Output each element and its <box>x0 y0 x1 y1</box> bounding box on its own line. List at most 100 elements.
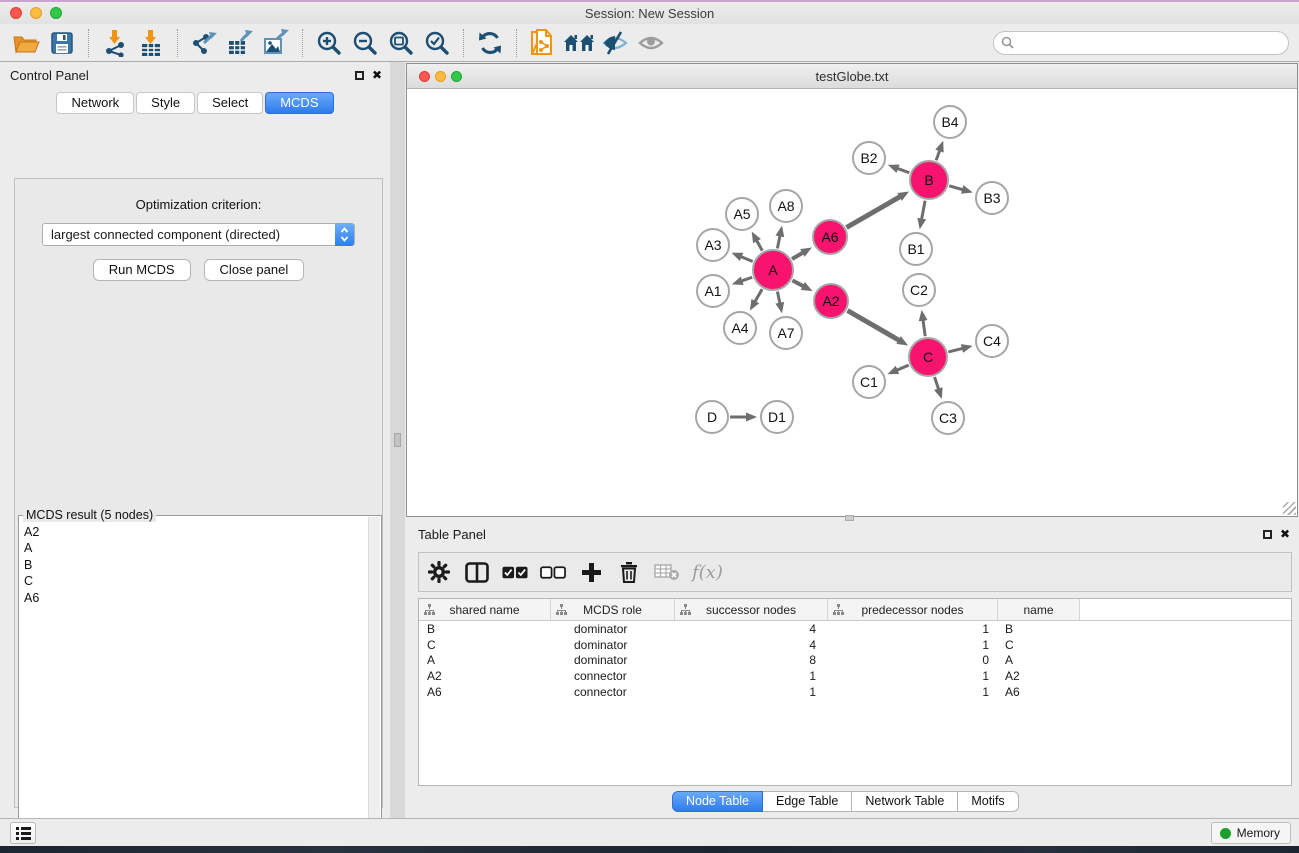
zoom-fit-button[interactable] <box>383 27 419 59</box>
graph-node-A5[interactable]: A5 <box>726 198 758 230</box>
graph-edge-B-B3[interactable] <box>949 186 963 190</box>
tab-select[interactable]: Select <box>197 92 263 114</box>
export-table-button[interactable] <box>222 27 258 59</box>
graph-node-A1[interactable]: A1 <box>697 275 729 307</box>
graph-node-B2[interactable]: B2 <box>853 142 885 174</box>
graph-node-B1[interactable]: B1 <box>900 233 932 265</box>
graph-node-A2[interactable]: A2 <box>814 284 848 318</box>
table-cell[interactable]: 1 <box>828 685 998 699</box>
run-mcds-button[interactable]: Run MCDS <box>93 259 191 281</box>
first-neighbors-button[interactable] <box>561 27 597 59</box>
zoom-out-button[interactable] <box>347 27 383 59</box>
window-resize-grip[interactable] <box>1283 502 1296 515</box>
column-header-predecessor-nodes[interactable]: predecessor nodes <box>828 599 998 620</box>
graph-edge-A2-C[interactable] <box>847 310 899 340</box>
table-row[interactable]: A2connector11A2 <box>419 668 1291 684</box>
tab-mcds[interactable]: MCDS <box>265 92 333 114</box>
table-cell[interactable]: 1 <box>675 685 828 699</box>
graph-node-B4[interactable]: B4 <box>934 106 966 138</box>
tab-edge-table[interactable]: Edge Table <box>763 791 852 812</box>
graph-node-C[interactable]: C <box>909 338 947 376</box>
graph-edge-A-A7[interactable] <box>777 292 779 304</box>
import-table-button[interactable] <box>133 27 169 59</box>
table-cell[interactable]: B <box>998 622 1080 636</box>
table-row[interactable]: A6connector11A6 <box>419 684 1291 700</box>
graph-node-A8[interactable]: A8 <box>770 190 802 222</box>
graph-edge-A-A4[interactable] <box>755 289 762 302</box>
float-panel-icon[interactable] <box>355 71 364 80</box>
graph-node-B3[interactable]: B3 <box>976 182 1008 214</box>
table-cell[interactable]: A <box>998 653 1080 667</box>
graph-edge-A-A6[interactable] <box>792 253 803 259</box>
tab-node-table[interactable]: Node Table <box>672 791 763 812</box>
tab-network-table[interactable]: Network Table <box>852 791 958 812</box>
mcds-result-item[interactable]: C <box>21 573 367 589</box>
table-cell[interactable]: A2 <box>419 669 551 683</box>
tab-network[interactable]: Network <box>56 92 134 114</box>
table-cell[interactable]: 4 <box>675 622 828 636</box>
table-cell[interactable]: A <box>419 653 551 667</box>
save-session-button[interactable] <box>44 27 80 59</box>
mcds-result-item[interactable]: A2 <box>21 524 367 540</box>
close-panel-button[interactable]: Close panel <box>204 259 305 281</box>
splitter-handle[interactable] <box>394 433 401 447</box>
graph-edge-C-C2[interactable] <box>923 320 925 336</box>
horizontal-splitter-handle[interactable] <box>845 515 854 521</box>
graph-edge-C-C3[interactable] <box>935 377 939 390</box>
table-cell[interactable]: A6 <box>419 685 551 699</box>
table-row[interactable]: Adominator80A <box>419 653 1291 669</box>
graph-node-C3[interactable]: C3 <box>932 402 964 434</box>
import-network-button[interactable] <box>97 27 133 59</box>
column-header-name[interactable]: name <box>998 599 1080 620</box>
memory-button[interactable]: Memory <box>1211 822 1291 844</box>
graph-edge-A6-B[interactable] <box>846 196 900 227</box>
graph-node-A[interactable]: A <box>753 250 793 290</box>
hide-details-button[interactable] <box>633 27 669 59</box>
graph-node-A7[interactable]: A7 <box>770 317 802 349</box>
zoom-selected-button[interactable] <box>419 27 455 59</box>
select-all-button[interactable] <box>502 559 528 585</box>
float-table-panel-icon[interactable] <box>1263 530 1272 539</box>
graph-node-D[interactable]: D <box>696 401 728 433</box>
tab-motifs[interactable]: Motifs <box>958 791 1018 812</box>
column-header-mcds-role[interactable]: MCDS role <box>551 599 675 620</box>
vertical-splitter[interactable] <box>390 62 405 818</box>
mcds-result-item[interactable]: B <box>21 557 367 573</box>
column-header-shared-name[interactable]: shared name <box>419 599 551 620</box>
graph-node-A6[interactable]: A6 <box>813 220 847 254</box>
create-column-button[interactable] <box>578 559 604 585</box>
search-input[interactable] <box>993 31 1289 55</box>
table-cell[interactable]: C <box>998 638 1080 652</box>
apply-layout-button[interactable] <box>472 27 508 59</box>
table-row[interactable]: Cdominator41C <box>419 637 1291 653</box>
graph-node-B[interactable]: B <box>910 161 948 199</box>
task-history-button[interactable] <box>10 822 36 844</box>
table-cell[interactable]: 1 <box>828 669 998 683</box>
table-cell[interactable]: 4 <box>675 638 828 652</box>
export-network-button[interactable] <box>186 27 222 59</box>
new-network-from-selection-button[interactable] <box>525 27 561 59</box>
open-session-button[interactable] <box>8 27 44 59</box>
criterion-dropdown[interactable]: largest connected component (directed) <box>42 223 355 246</box>
table-cell[interactable]: 1 <box>675 669 828 683</box>
graph-edge-B-B2[interactable] <box>897 168 909 172</box>
graph-node-C4[interactable]: C4 <box>976 325 1008 357</box>
graph-node-A3[interactable]: A3 <box>697 229 729 261</box>
table-cell[interactable]: A6 <box>998 685 1080 699</box>
table-cell[interactable]: B <box>419 622 551 636</box>
graph-node-C2[interactable]: C2 <box>903 274 935 306</box>
graph-edge-A-A5[interactable] <box>757 240 763 251</box>
table-cell[interactable]: dominator <box>551 653 675 667</box>
delete-column-button[interactable] <box>616 559 642 585</box>
delete-table-button-disabled[interactable] <box>654 559 680 585</box>
table-cell[interactable]: 8 <box>675 653 828 667</box>
table-cell[interactable]: connector <box>551 669 675 683</box>
mcds-result-item[interactable]: A6 <box>21 590 367 606</box>
graph-edge-A-A3[interactable] <box>741 257 753 262</box>
graph-edge-A-A8[interactable] <box>777 235 780 248</box>
table-cell[interactable]: 1 <box>828 622 998 636</box>
close-table-panel-icon[interactable]: ✖ <box>1280 528 1290 540</box>
table-cell[interactable]: connector <box>551 685 675 699</box>
graph-edge-C-C1[interactable] <box>897 365 909 370</box>
function-builder-button-disabled[interactable]: f(x) <box>692 559 723 585</box>
